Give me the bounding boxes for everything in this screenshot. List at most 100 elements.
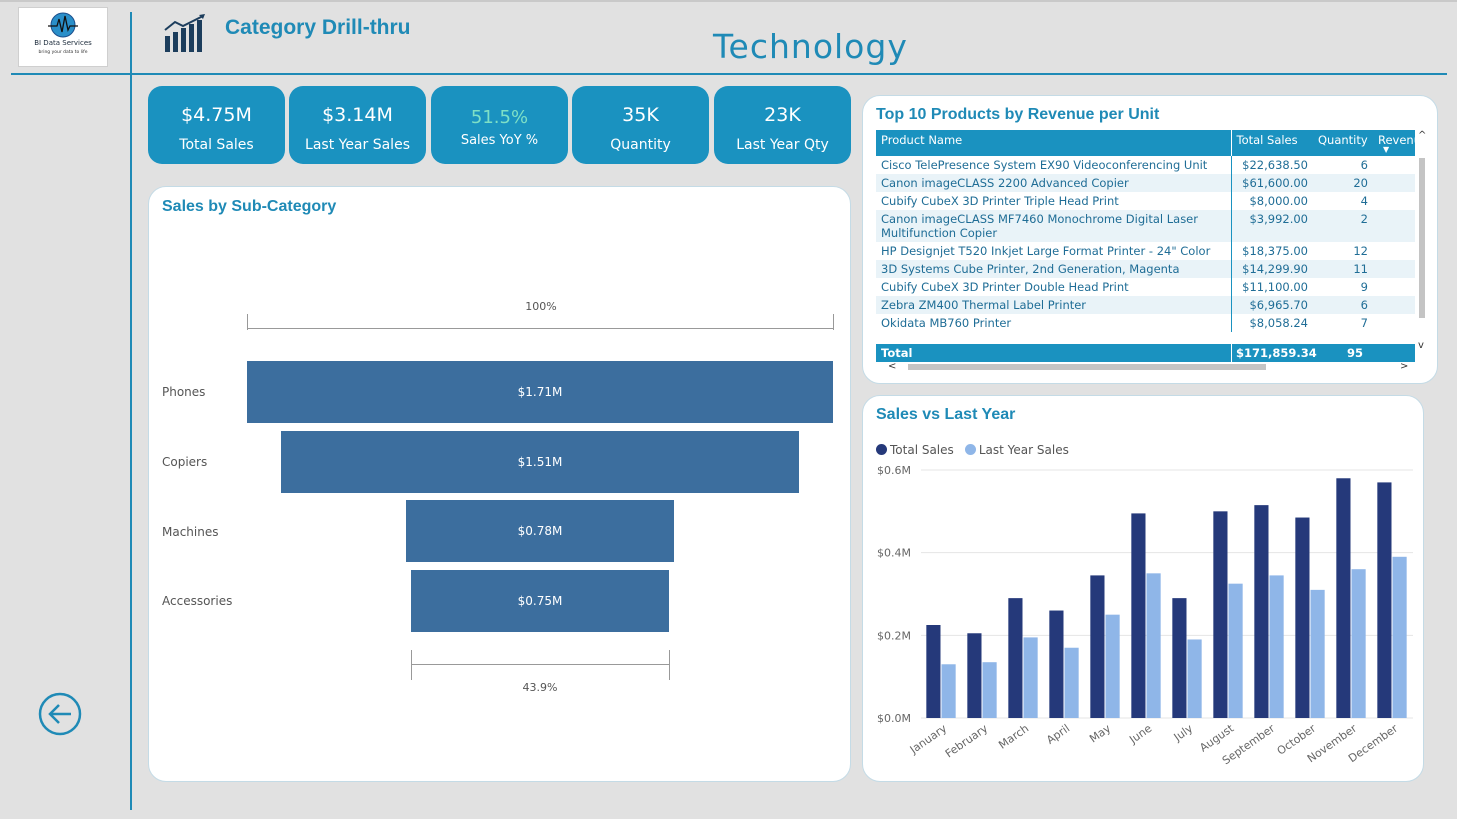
funnel-bottom-bracket-left <box>411 650 412 680</box>
horizontal-scroll-thumb[interactable] <box>908 364 1266 370</box>
category-title: Technology <box>713 27 908 66</box>
kpi-card-sales-yoy: 51.5% Sales YoY % <box>431 86 568 164</box>
kpi-value: 51.5% <box>470 107 529 128</box>
x-tick-label: March <box>996 722 1031 752</box>
sort-desc-icon: ▼ <box>1383 145 1390 154</box>
kpi-value: $4.75M <box>181 104 252 126</box>
cell-qty: 20 <box>1313 174 1373 192</box>
kpi-label: Last Year Qty <box>736 137 829 153</box>
funnel-category-label: Machines <box>162 525 219 539</box>
horizontal-scrollbar[interactable]: < > <box>876 362 1415 372</box>
table-row[interactable]: Canon imageCLASS MF7460 Monochrome Digit… <box>876 210 1415 242</box>
y-tick-label: $0.6M <box>877 464 911 477</box>
sales-vs-last-year-chart: $0.0M$0.2M$0.4M$0.6MJanuaryFebruary March… <box>877 464 1413 767</box>
cell-product: 3D Systems Cube Printer, 2nd Generation,… <box>876 260 1232 278</box>
kpi-label: Last Year Sales <box>305 137 410 153</box>
top-border <box>0 0 1457 2</box>
cell-qty: 11 <box>1313 260 1373 278</box>
legend-dot-icon <box>964 444 976 455</box>
kpi-value: 23K <box>764 104 801 126</box>
cell-product: Canon imageCLASS 2200 Advanced Copier <box>876 174 1232 192</box>
sales-vs-last-year-panel: Sales vs Last Year Total Sales Last Year… <box>862 395 1424 782</box>
cell-rev <box>1373 192 1415 210</box>
scroll-down-icon[interactable]: v <box>1418 340 1424 351</box>
back-arrow-icon[interactable] <box>38 692 82 736</box>
table-row[interactable]: Cisco TelePresence System EX90 Videoconf… <box>876 156 1415 174</box>
column-header-quantity[interactable]: Quantity <box>1313 130 1373 156</box>
panel-title: Top 10 Products by Revenue per Unit <box>876 106 1160 123</box>
table-row[interactable]: Canon imageCLASS 2200 Advanced Copier $61… <box>876 174 1415 192</box>
legend-item-total-sales[interactable]: Total Sales <box>876 443 954 457</box>
table-row[interactable]: Cubify CubeX 3D Printer Double Head Prin… <box>876 278 1415 296</box>
kpi-card-last-year-qty: 23K Last Year Qty <box>714 86 851 164</box>
scroll-left-icon[interactable]: < <box>888 362 896 372</box>
total-divider <box>1231 344 1232 362</box>
scroll-right-icon[interactable]: > <box>1400 362 1408 372</box>
kpi-card-last-year-sales: $3.14M Last Year Sales <box>289 86 426 164</box>
vertical-scroll-thumb[interactable] <box>1419 158 1425 318</box>
cell-sales: $18,375.00 <box>1242 244 1308 258</box>
funnel-bottom-bracket-right <box>669 650 670 680</box>
table-row[interactable]: HP Designjet T520 Inkjet Large Format Pr… <box>876 242 1415 260</box>
funnel-bottom-pct: 43.9% <box>522 681 558 694</box>
bar-last-year-sales <box>1351 569 1366 718</box>
sales-by-subcategory-panel: Sales by Sub-Category 100% Phones $1.71M… <box>148 186 851 782</box>
logo-tagline: bring your data to life <box>38 50 88 55</box>
cell-qty: 4 <box>1360 194 1368 208</box>
funnel-bar-copiers[interactable]: $1.51M <box>281 431 799 493</box>
scroll-up-icon[interactable]: ^ <box>1418 130 1426 141</box>
table-row[interactable]: Zebra ZM400 Thermal Label Printer $6,965.… <box>876 296 1415 314</box>
cell-sales: $6,965.70 <box>1231 296 1313 314</box>
bar-total-sales <box>1131 513 1146 718</box>
cell-rev <box>1373 278 1415 296</box>
legend-item-last-year-sales[interactable]: Last Year Sales <box>964 443 1069 457</box>
funnel-top-pct: 100% <box>525 300 557 313</box>
cell-product: Zebra ZM400 Thermal Label Printer <box>876 296 1232 314</box>
bar-last-year-sales <box>1187 639 1202 718</box>
total-label: Total <box>881 346 913 360</box>
bar-last-year-sales <box>1023 637 1038 718</box>
cell-qty: 6 <box>1360 158 1368 172</box>
cell-product: Okidata MB760 Printer <box>876 314 1232 332</box>
funnel-bar-phones[interactable]: $1.71M <box>247 361 833 423</box>
kpi-value: $3.14M <box>322 104 393 126</box>
table-row[interactable]: Okidata MB760 Printer $8,058.24 7 <box>876 314 1415 332</box>
cell-sales: $8,058.24 <box>1249 316 1308 330</box>
cell-sales: $3,992.00 <box>1231 210 1313 242</box>
cell-product: Cisco TelePresence System EX90 Videoconf… <box>876 156 1232 174</box>
header-divider <box>11 73 1447 75</box>
x-tick-label: April <box>1044 722 1072 747</box>
total-qty: 95 <box>1346 346 1363 360</box>
bar-total-sales <box>1172 598 1187 718</box>
logo-name: BI Data Services <box>34 39 92 47</box>
funnel-top-bracket <box>247 328 833 329</box>
cell-qty: 6 <box>1313 296 1373 314</box>
cell-sales: $22,638.50 <box>1242 158 1308 172</box>
cell-rev <box>1373 242 1415 260</box>
top-products-panel: Top 10 Products by Revenue per Unit Prod… <box>862 95 1438 384</box>
cell-sales: $14,299.90 <box>1231 260 1313 278</box>
funnel-bar-machines[interactable]: $0.78M <box>406 500 674 562</box>
funnel-bottom-bracket <box>411 664 669 665</box>
kpi-value: 35K <box>622 104 659 126</box>
table-row[interactable]: Cubify CubeX 3D Printer Triple Head Prin… <box>876 192 1415 210</box>
funnel-category-label: Accessories <box>162 594 233 608</box>
vertical-scrollbar[interactable]: ^ v <box>1417 130 1426 352</box>
funnel-bar-accessories[interactable]: $0.75M <box>411 570 669 632</box>
bar-total-sales <box>1008 598 1023 718</box>
bar-total-sales <box>1049 610 1064 718</box>
bar-last-year-sales <box>1228 583 1243 718</box>
cell-product: Cubify CubeX 3D Printer Double Head Prin… <box>876 278 1232 296</box>
column-header-total-sales[interactable]: Total Sales <box>1231 130 1313 156</box>
column-header-revenue-per-unit[interactable]: Revenue per Unit▼ <box>1373 130 1415 156</box>
column-header-product-name[interactable]: Product Name <box>876 130 1232 156</box>
cell-qty: 2 <box>1313 210 1373 242</box>
bar-chart-trend-icon <box>164 14 205 52</box>
cell-qty: 7 <box>1360 316 1368 330</box>
table-row[interactable]: 3D Systems Cube Printer, 2nd Generation,… <box>876 260 1415 278</box>
y-tick-label: $0.2M <box>877 629 911 642</box>
bar-total-sales <box>926 625 941 718</box>
cell-rev <box>1373 260 1415 278</box>
company-logo: BI Data Services bring your data to life <box>18 7 108 67</box>
kpi-card-total-sales: $4.75M Total Sales <box>148 86 285 164</box>
